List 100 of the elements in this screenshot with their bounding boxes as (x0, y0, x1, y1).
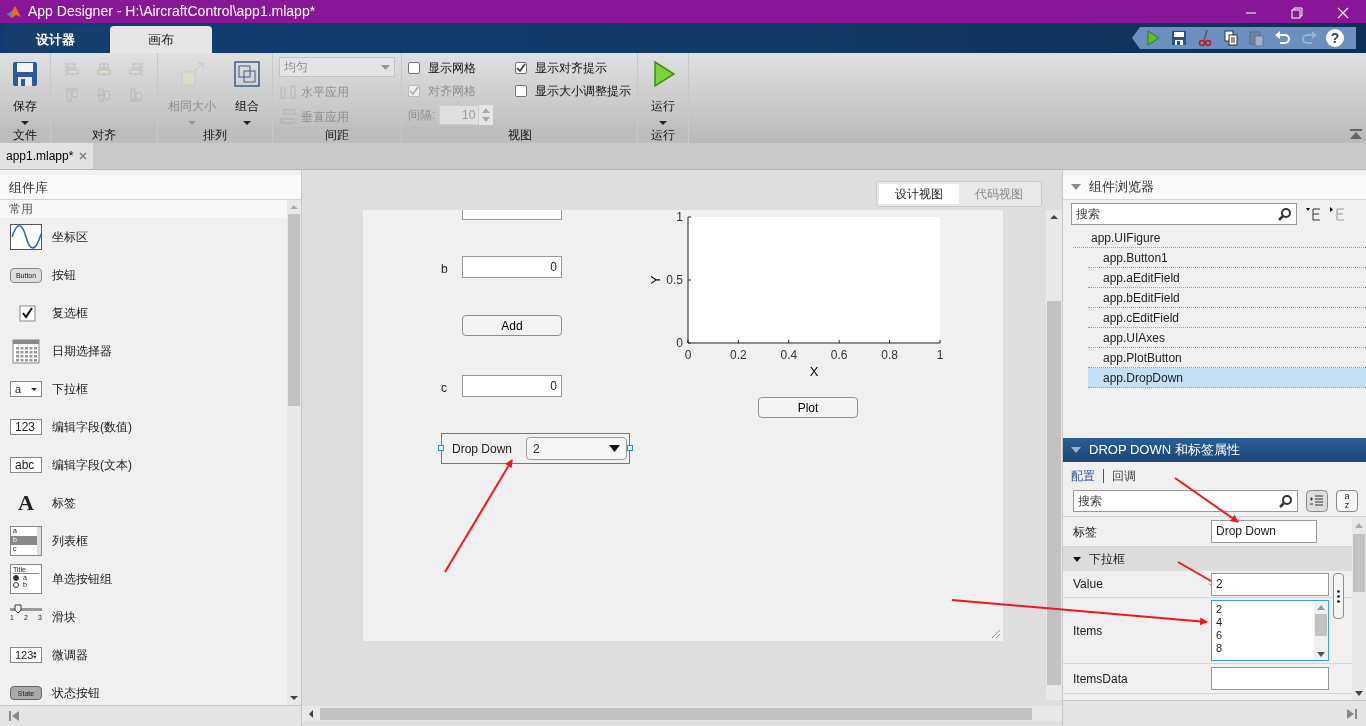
push-button[interactable]: Add (462, 315, 562, 336)
tree-item[interactable]: app.bEditField (1088, 288, 1366, 308)
component-name[interactable]: 日期选择器 (52, 342, 112, 360)
help-icon[interactable]: ? (1326, 29, 1344, 47)
checkbox-label: 显示对齐提示 (535, 60, 608, 77)
toolstrip-button[interactable]: 组合 (228, 59, 266, 127)
toolstrip-tab[interactable]: 画布 (110, 26, 212, 53)
group-label: 运行 (638, 127, 689, 143)
resize-grip-icon[interactable] (989, 627, 1001, 639)
component-name[interactable]: 单选按钮组 (52, 570, 112, 588)
tree-item[interactable]: app.aEditField (1088, 268, 1366, 288)
cut-icon[interactable] (1196, 29, 1214, 47)
group-view-icon[interactable] (1306, 490, 1328, 512)
scrollbar[interactable] (1046, 210, 1062, 700)
view-toggle-tab[interactable]: 设计视图 (879, 184, 959, 204)
numeric-field[interactable]: 0 (462, 256, 562, 278)
restore-icon[interactable] (1291, 6, 1303, 19)
dropdown-icon[interactable]: a (10, 381, 42, 397)
collapse-left-icon[interactable] (8, 710, 20, 723)
component-name[interactable]: 标签 (52, 494, 76, 512)
component-name[interactable]: 按钮 (52, 266, 76, 284)
undo-icon[interactable] (1274, 29, 1292, 47)
edit-field-icon[interactable]: 123 (10, 419, 42, 435)
property-field[interactable]: 2 (1211, 572, 1329, 596)
search-field[interactable]: 搜索 (1071, 203, 1297, 225)
resize-handle[interactable] (627, 445, 633, 451)
tree-item[interactable]: app.cEditField (1088, 308, 1366, 328)
tick-label: 0 (684, 348, 692, 362)
copy-icon[interactable] (1222, 29, 1240, 47)
push-button[interactable]: Plot (758, 397, 858, 418)
tick-label: 0 (676, 336, 683, 350)
property-field[interactable]: Drop Down (1211, 520, 1317, 543)
component-name[interactable]: 编辑字段(文本) (52, 456, 132, 474)
property-label: 标签 (1073, 523, 1098, 541)
horizontal-spacing-icon (279, 82, 297, 101)
component-name[interactable]: 列表框 (52, 532, 88, 550)
tree-item[interactable]: app.UIFigure (1073, 228, 1366, 248)
calendar-icon[interactable] (10, 337, 42, 365)
caret-icon (21, 121, 29, 125)
scroll-arrow-icon[interactable] (1050, 214, 1058, 220)
sort-alphabetical-icon[interactable]: a z (1336, 490, 1358, 512)
items-list-field[interactable]: 2 4 6 8 (1211, 600, 1329, 661)
component-name[interactable]: 编辑字段(数值) (52, 418, 132, 436)
run-icon[interactable] (1144, 29, 1162, 47)
ellipsis-icon[interactable] (1337, 589, 1340, 603)
section-header: 常用 (0, 200, 287, 218)
scroll-arrow-icon[interactable] (1317, 652, 1325, 657)
close-icon[interactable] (79, 152, 88, 160)
expand-all-icon[interactable] (1305, 207, 1321, 221)
inspector-tab[interactable]: 配置 (1067, 467, 1099, 485)
expand-right-icon[interactable] (1346, 707, 1358, 720)
dropdown-label: Drop Down (452, 440, 513, 458)
label-icon[interactable]: A (10, 490, 42, 516)
collapse-all-icon[interactable] (1329, 207, 1345, 221)
component-name[interactable]: 微调器 (52, 646, 88, 664)
axes-icon[interactable] (10, 224, 42, 250)
field-label: c (441, 380, 447, 397)
component-name[interactable]: 状态按钮 (52, 684, 100, 702)
component-name[interactable]: 滑块 (52, 608, 76, 626)
search-field[interactable]: 搜索 (1073, 490, 1298, 512)
save-icon[interactable] (1170, 29, 1188, 47)
numeric-field[interactable]: 0 (462, 375, 562, 397)
scrollbar[interactable] (1352, 517, 1366, 700)
tick-label: 1 (676, 210, 683, 224)
edit-field-icon[interactable]: abc (10, 457, 42, 473)
component-name[interactable]: 坐标区 (52, 228, 88, 246)
property-field[interactable] (1211, 667, 1329, 690)
toolstrip-button[interactable]: 运行 (644, 59, 683, 127)
collapse-icon[interactable] (1073, 556, 1081, 562)
toolstrip-tab[interactable]: 设计器 (4, 26, 106, 53)
scroll-arrow-icon[interactable] (290, 695, 298, 702)
tree-item[interactable]: app.UIAxes (1088, 328, 1366, 348)
caret-icon (609, 445, 621, 452)
scrollbar[interactable] (302, 706, 1062, 722)
property-label: Value (1073, 576, 1104, 593)
checkbox[interactable] (515, 62, 528, 74)
toolstrip-button[interactable]: 保存 (6, 59, 44, 127)
tick-label: 0.5 (666, 273, 683, 287)
component-name[interactable]: 下拉框 (52, 380, 88, 398)
checkbox[interactable] (515, 85, 528, 97)
scroll-arrow-icon[interactable] (308, 710, 314, 718)
tree-item[interactable]: app.DropDown (1088, 368, 1366, 388)
component-name[interactable]: 复选框 (52, 304, 88, 322)
checkbox[interactable] (408, 62, 420, 74)
property-label: Items (1073, 622, 1104, 640)
caret-icon (243, 121, 251, 125)
scrollbar[interactable] (287, 200, 301, 706)
checkbox-label: 显示大小调整提示 (535, 83, 632, 100)
resize-handle[interactable] (438, 445, 444, 451)
inspector-tab[interactable]: 回调 (1108, 467, 1140, 485)
more-options-button[interactable] (1333, 573, 1344, 619)
spinner-icon[interactable]: 123 (10, 647, 42, 663)
axis-label: X (809, 364, 819, 379)
tree-item[interactable]: app.Button1 (1088, 248, 1366, 268)
search-icon (1279, 494, 1293, 508)
dropdown-field[interactable]: 2 (526, 437, 628, 460)
scroll-arrow-icon[interactable] (1355, 691, 1363, 696)
field-label: b (441, 261, 448, 278)
selected-component-frame[interactable]: Drop Down 2 (441, 433, 630, 464)
group-label: 间距 (273, 127, 401, 143)
